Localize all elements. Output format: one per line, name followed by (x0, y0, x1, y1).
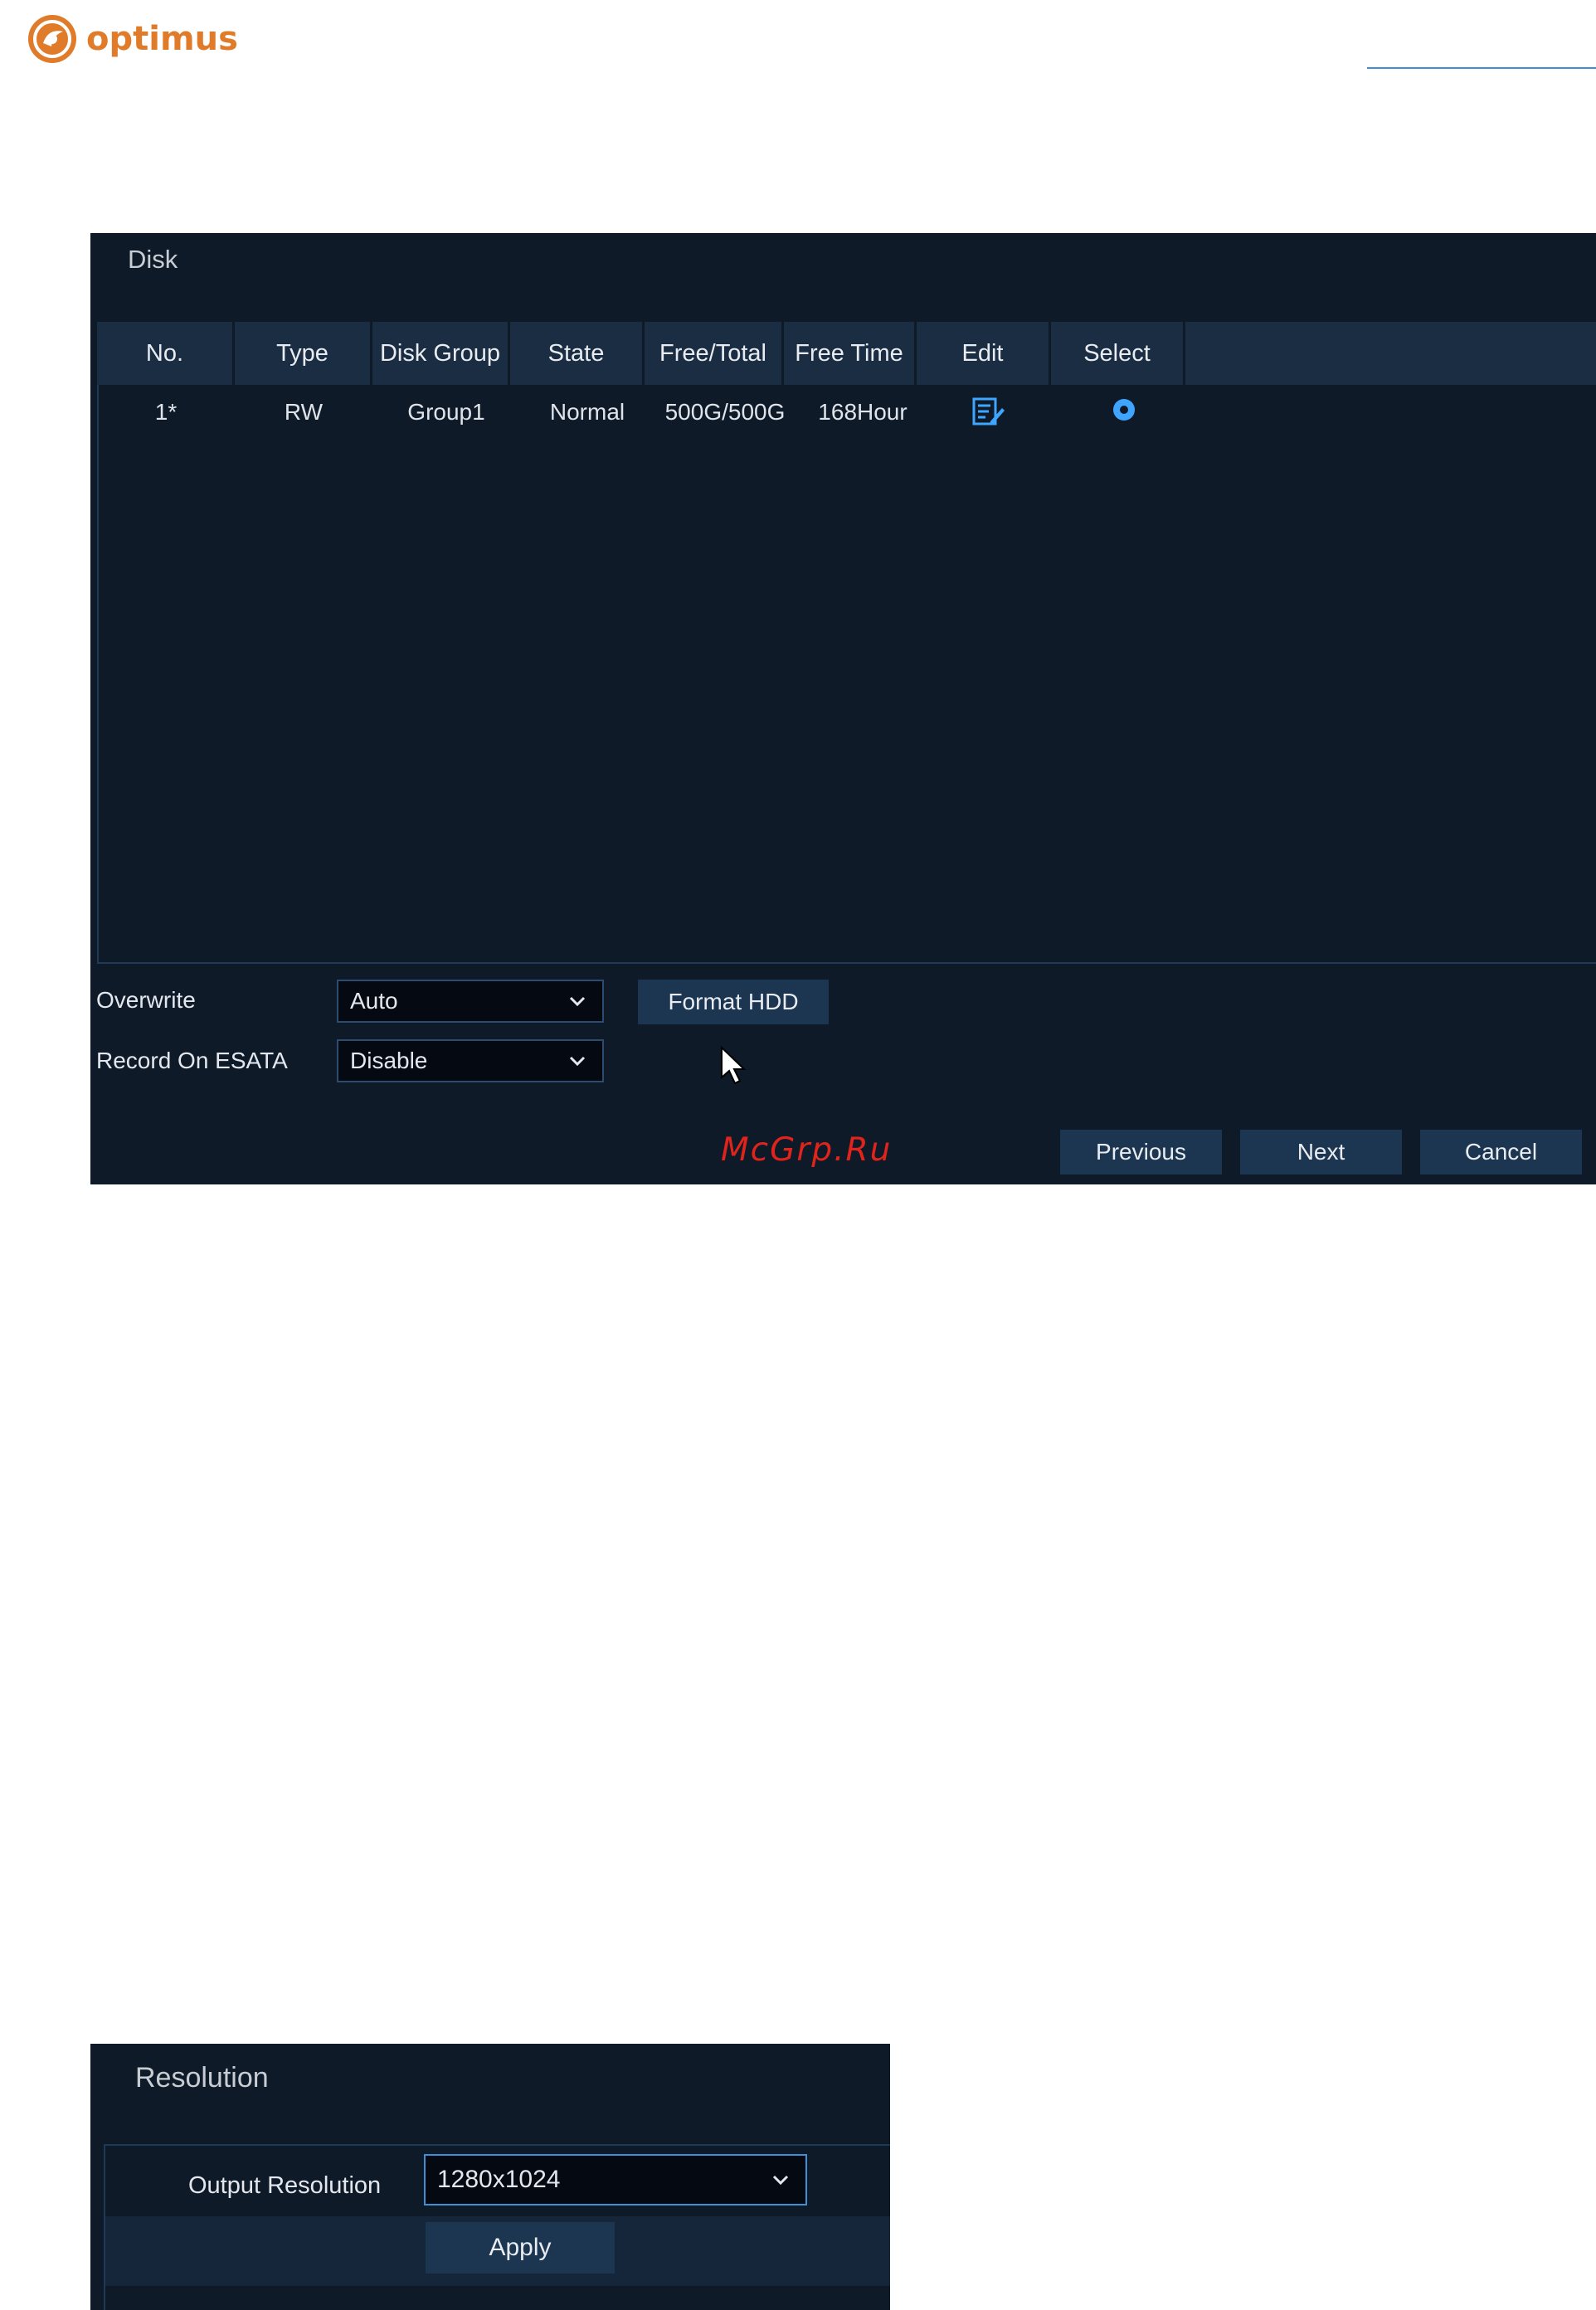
panel-title: Disk (128, 245, 178, 274)
output-resolution-label: Output Resolution (188, 2172, 382, 2199)
col-disk-group: Disk Group (372, 322, 510, 385)
chevron-down-icon (569, 1056, 586, 1067)
resolution-panel: Resolution Output Resolution 1280x1024 A… (90, 2044, 890, 2310)
col-type: Type (235, 322, 372, 385)
overwrite-select[interactable]: Auto (337, 980, 604, 1023)
record-esata-label: Record On ESATA (96, 1048, 288, 1073)
optimus-logo-icon (28, 15, 76, 63)
edit-icon[interactable] (972, 396, 1005, 426)
disk-panel: Disk No. Type Disk Group State Free/Tota… (90, 233, 1596, 1184)
brand-logo: optimus (27, 13, 238, 65)
format-hdd-button[interactable]: Format HDD (638, 980, 829, 1024)
next-button[interactable]: Next (1240, 1130, 1402, 1174)
record-esata-value: Disable (350, 1048, 428, 1073)
overwrite-value: Auto (350, 988, 398, 1014)
cell-group: Group1 (407, 399, 485, 425)
cell-state: Normal (549, 399, 625, 425)
output-resolution-value: 1280x1024 (437, 2166, 561, 2193)
apply-button[interactable]: Apply (426, 2222, 615, 2274)
cell-free-total: 500G/500G (664, 399, 786, 425)
col-free-total: Free/Total (645, 322, 784, 385)
previous-button[interactable]: Previous (1060, 1130, 1222, 1174)
resolution-title: Resolution (135, 2062, 269, 2094)
col-edit: Edit (917, 322, 1051, 385)
brand-name: optimus (86, 20, 238, 58)
cancel-button[interactable]: Cancel (1420, 1130, 1582, 1174)
select-radio[interactable] (1113, 399, 1135, 421)
table-header: No. Type Disk Group State Free/Total Fre… (97, 322, 1596, 385)
output-resolution-select[interactable]: 1280x1024 (424, 2154, 807, 2205)
header-rule (1367, 67, 1596, 69)
col-select: Select (1051, 322, 1185, 385)
watermark: McGrp.Ru (721, 1131, 893, 1169)
cell-type: RW (284, 399, 324, 425)
col-no: No. (97, 322, 235, 385)
record-esata-select[interactable]: Disable (337, 1039, 604, 1082)
col-free-time: Free Time (784, 322, 917, 385)
chevron-down-icon (772, 2175, 789, 2186)
cell-free-time: 168Hour (818, 399, 907, 425)
cell-no: 1* (154, 399, 178, 425)
chevron-down-icon (569, 996, 586, 1007)
overwrite-label: Overwrite (96, 987, 196, 1013)
col-state: State (510, 322, 645, 385)
mouse-cursor-icon (721, 1046, 747, 1085)
